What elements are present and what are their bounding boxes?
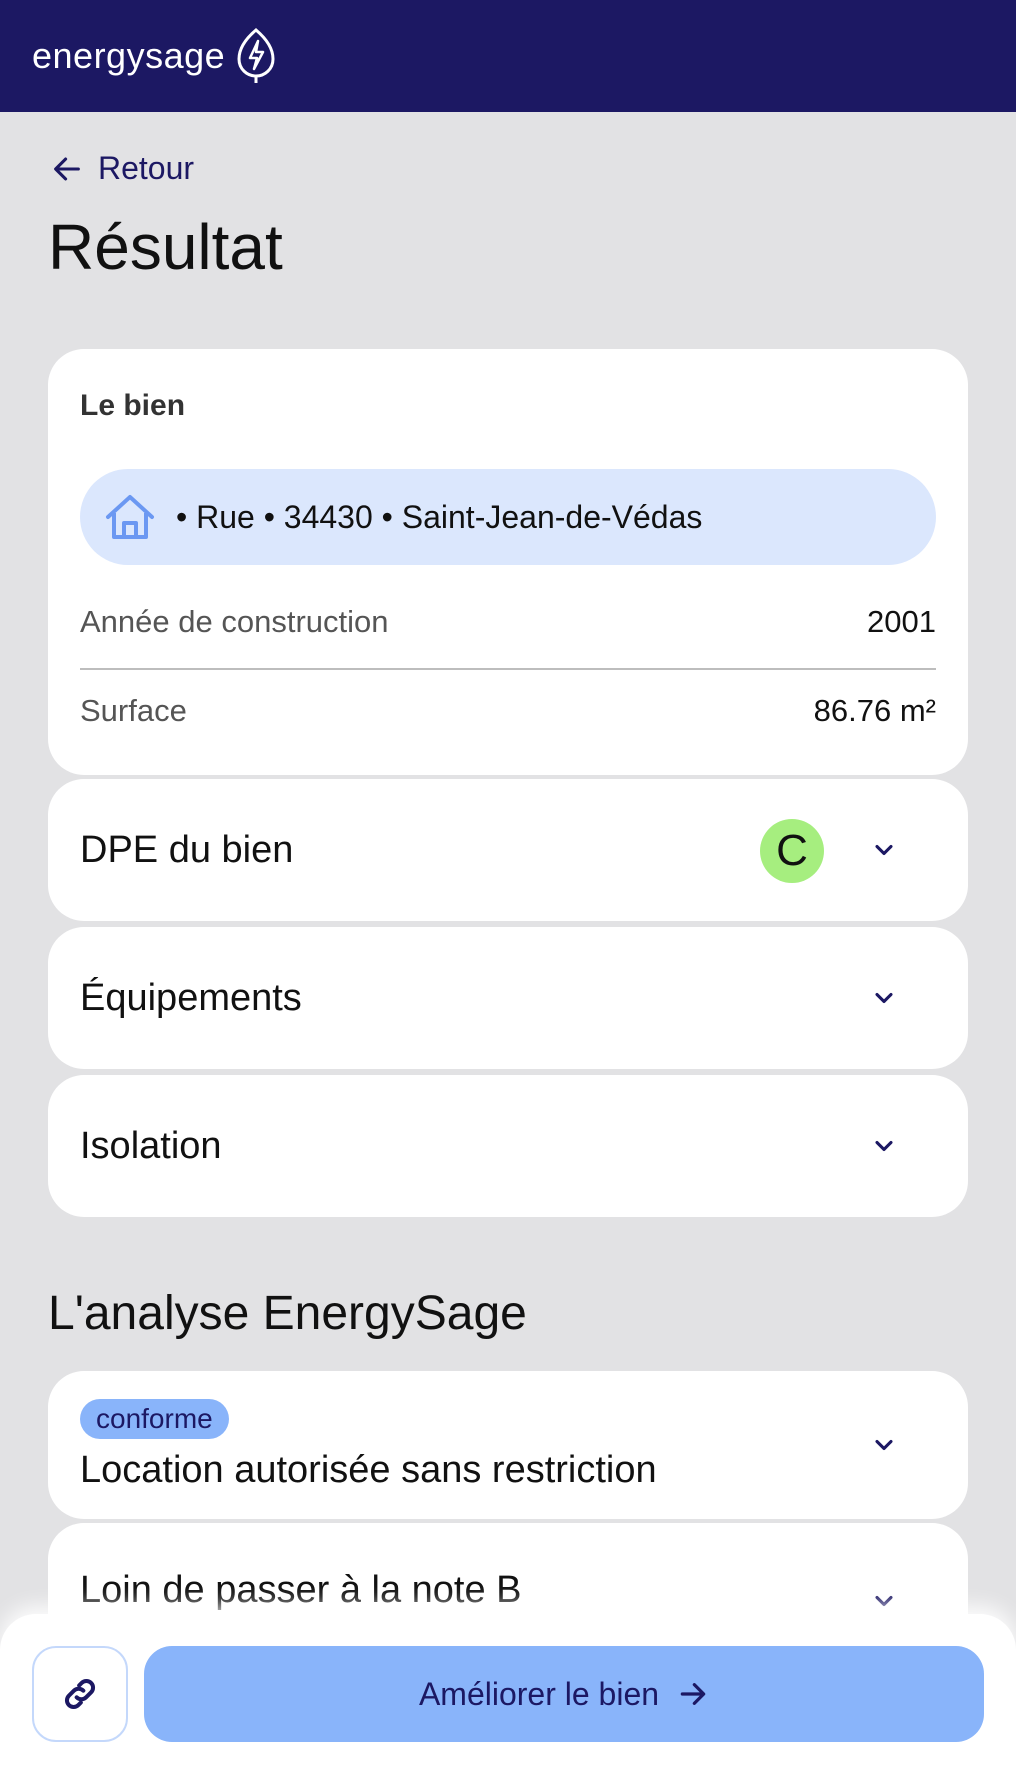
accordion-location-label: Location autorisée sans restriction [80, 1449, 657, 1491]
arrow-right-icon [680, 1683, 706, 1705]
leaf-bolt-icon [237, 28, 275, 83]
accordion-equipements[interactable]: Équipements [48, 927, 968, 1069]
divider [80, 668, 936, 670]
cta-label: Améliorer le bien [418, 1675, 660, 1712]
back-link[interactable]: Retour [50, 150, 194, 187]
page-title: Résultat [48, 211, 283, 283]
link-icon [65, 1679, 95, 1709]
app-header: energysage [0, 0, 1016, 112]
chevron-down-icon [875, 1439, 893, 1451]
chevron-down-icon [875, 992, 893, 1004]
arrow-left-icon [54, 157, 80, 180]
chevron-down-icon [875, 1140, 893, 1152]
brand-logo[interactable]: energysage [32, 27, 279, 85]
accordion-equipements-label: Équipements [80, 976, 302, 1019]
chevron-down-icon [875, 844, 893, 856]
analysis-title: L'analyse EnergySage [48, 1287, 527, 1340]
surface-label: Surface [80, 693, 187, 728]
back-label: Retour [98, 150, 195, 186]
copy-link-button[interactable] [32, 1646, 128, 1742]
accordion-dpe-label: DPE du bien [80, 828, 294, 871]
accordion-isolation-label: Isolation [80, 1124, 222, 1167]
status-badge: conforme [80, 1399, 229, 1439]
construction-year-row: Année de construction 2001 [80, 604, 936, 640]
address-text: • Rue • 34430 • Saint-Jean-de-Védas [176, 498, 703, 535]
accordion-note-b-label: Loin de passer à la note B [80, 1569, 522, 1611]
chevron-down-icon [875, 1595, 893, 1607]
improve-property-button[interactable]: Améliorer le bien [144, 1646, 984, 1742]
construction-year-label: Année de construction [80, 604, 389, 639]
house-icon [106, 495, 154, 539]
accordion-dpe[interactable]: DPE du bien C [48, 779, 968, 921]
bottom-action-bar: Améliorer le bien [0, 1614, 1016, 1774]
dpe-grade-badge: C [760, 819, 824, 883]
address-pill: • Rue • 34430 • Saint-Jean-de-Védas [80, 469, 936, 565]
property-section-label: Le bien [80, 389, 186, 422]
brand-name: energysage [32, 35, 226, 76]
accordion-isolation[interactable]: Isolation [48, 1075, 968, 1217]
surface-row: Surface 86.76 m² [80, 693, 936, 729]
accordion-location[interactable]: conforme Location autorisée sans restric… [48, 1371, 968, 1519]
construction-year-value: 2001 [867, 604, 936, 639]
surface-value: 86.76 m² [813, 693, 936, 728]
